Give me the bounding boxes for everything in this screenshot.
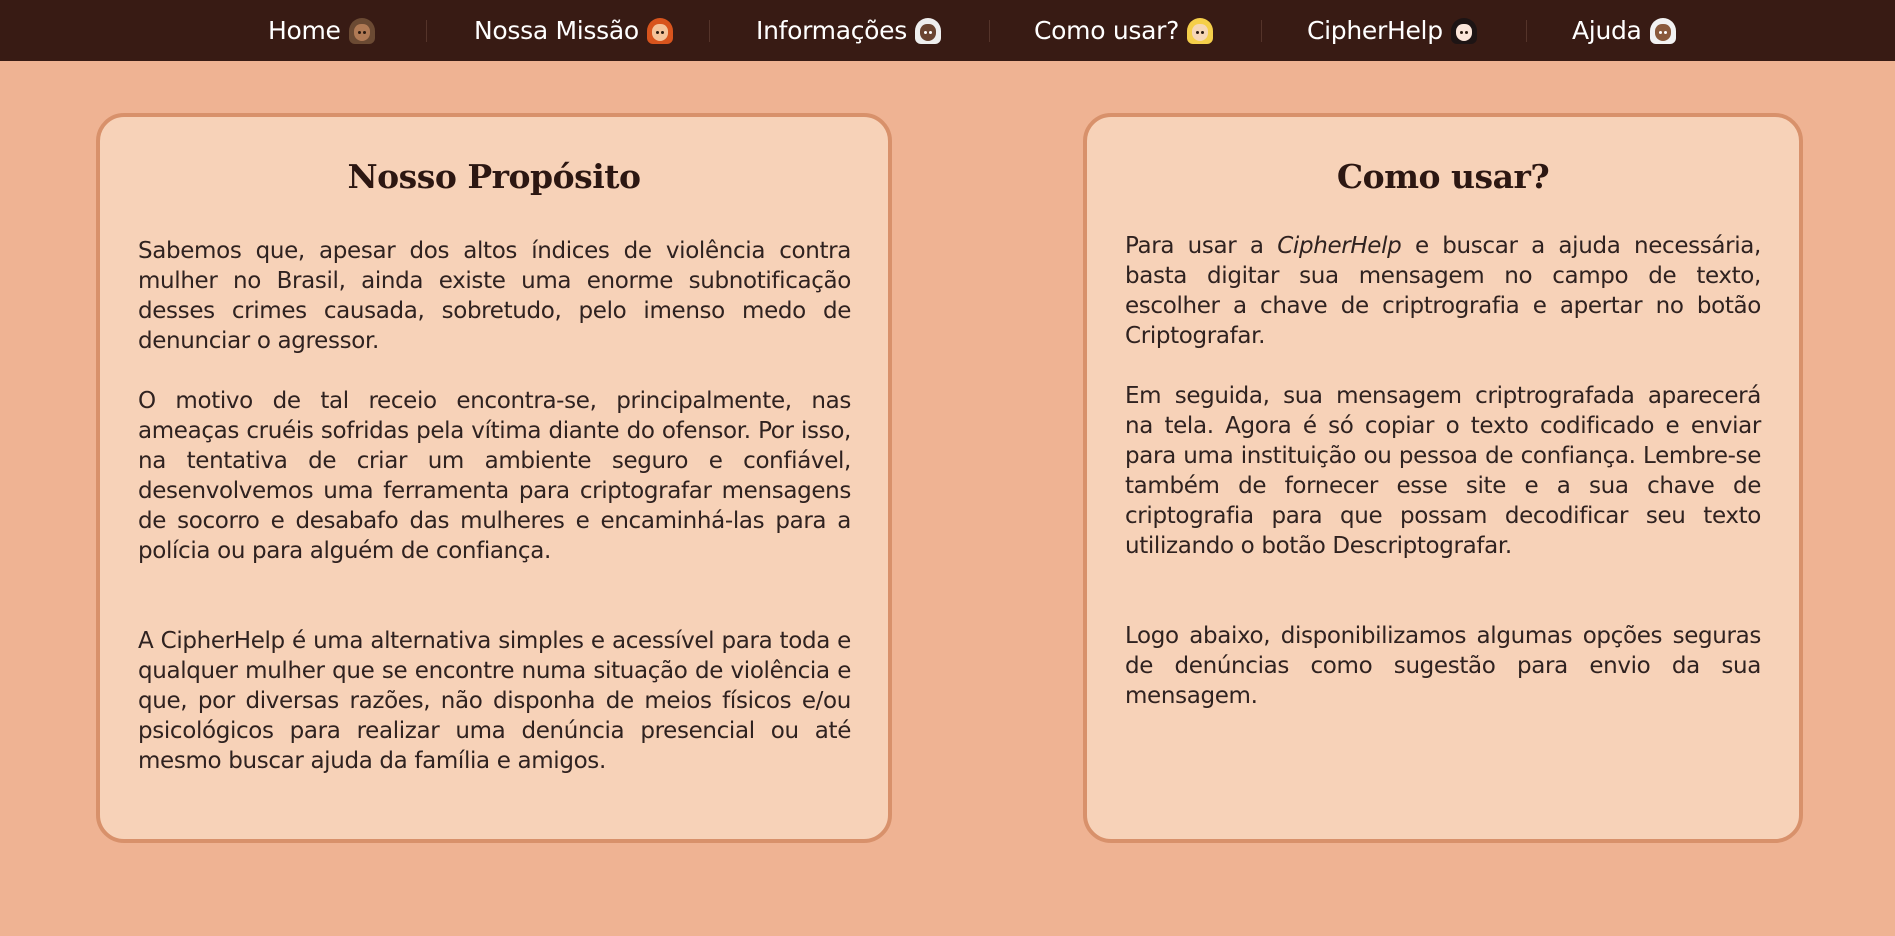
- como-usar-paragraph-3: Logo abaixo, disponibilizamos algumas op…: [1125, 623, 1761, 709]
- nav-missao-link[interactable]: Nossa Missão: [474, 0, 673, 61]
- nav-divider: [1261, 20, 1262, 42]
- nav-ajuda-link[interactable]: Ajuda: [1572, 0, 1676, 61]
- proposito-paragraph-2: O motivo de tal receio encontra-se, prin…: [138, 388, 851, 564]
- proposito-card: Nosso Propósito Sabemos que, apesar dos …: [96, 113, 892, 843]
- top-navbar: Home Nossa Missão Informações Como usar?: [0, 0, 1895, 61]
- nav-como-usar-label: Como usar?: [1034, 16, 1180, 45]
- cipherhelp-brand-text: CipherHelp: [1277, 233, 1402, 259]
- nav-informacoes-link[interactable]: Informações: [756, 0, 941, 61]
- proposito-paragraph-3: A CipherHelp é uma alternativa simples e…: [138, 628, 851, 774]
- woman-medium-skin-icon: [348, 17, 375, 44]
- nav-cipherhelp-label: CipherHelp: [1307, 16, 1443, 45]
- woman-dark-hair-icon: [914, 17, 941, 44]
- woman-blonde-icon: [1187, 17, 1214, 44]
- nav-como-usar-link[interactable]: Como usar?: [1034, 0, 1214, 61]
- nav-cipherhelp-link[interactable]: CipherHelp: [1307, 0, 1477, 61]
- proposito-paragraph-1: Sabemos que, apesar dos altos índices de…: [138, 238, 851, 354]
- nav-home-label: Home: [268, 16, 341, 45]
- woman-black-hair-icon: [1450, 17, 1477, 44]
- nav-informacoes-label: Informações: [756, 16, 907, 45]
- como-usar-p1-prefix: Para usar a: [1125, 233, 1278, 259]
- woman-red-hair-icon: [646, 17, 673, 44]
- como-usar-paragraph-2: Em seguida, sua mensagem criptrografada …: [1125, 383, 1761, 559]
- como-usar-card: Como usar? Para usar a CipherHelp e busc…: [1083, 113, 1803, 843]
- nav-missao-label: Nossa Missão: [474, 16, 639, 45]
- nav-divider: [989, 20, 990, 42]
- nav-divider: [709, 20, 710, 42]
- como-usar-paragraph-1: Para usar a CipherHelp e buscar a ajuda …: [1125, 231, 1761, 351]
- como-usar-title: Como usar?: [1336, 157, 1550, 196]
- nav-divider: [426, 20, 427, 42]
- nav-ajuda-label: Ajuda: [1572, 16, 1642, 45]
- nav-divider: [1526, 20, 1527, 42]
- nav-home-link[interactable]: Home: [268, 0, 375, 61]
- woman-headscarf-icon: [1649, 17, 1676, 44]
- proposito-title: Nosso Propósito: [347, 157, 642, 196]
